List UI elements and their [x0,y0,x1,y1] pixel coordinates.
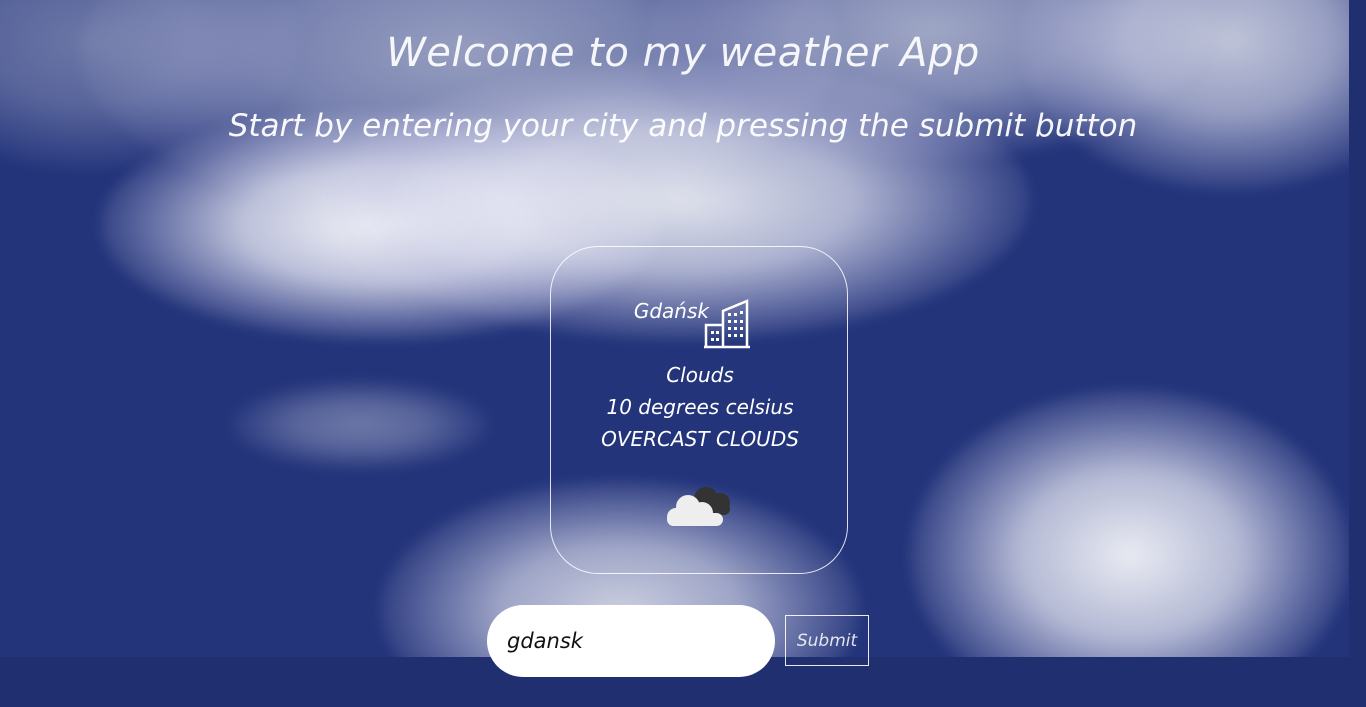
building-icon [704,299,750,349]
city-name: Gdańsk [633,299,709,323]
weather-main: Clouds [666,363,734,387]
page-title: Welcome to my weather App [386,30,980,76]
overcast-clouds-icon [667,487,730,526]
cloud-shape [230,380,490,470]
cloud-shape [1020,0,1349,190]
cloud-shape [910,390,1349,657]
submit-button[interactable]: Submit [785,615,869,666]
weather-description: OVERCAST CLOUDS [601,427,799,451]
scrollbar-gutter [1349,0,1366,707]
weather-app-page: Welcome to my weather App Start by enter… [0,0,1366,707]
page-subtitle: Start by entering your city and pressing… [228,108,1138,144]
weather-card: Gdańsk Clouds 10 degrees celsius OVERCAS… [550,246,848,574]
city-search-input[interactable] [487,605,775,677]
temperature-text: 10 degrees celsius [606,395,794,419]
